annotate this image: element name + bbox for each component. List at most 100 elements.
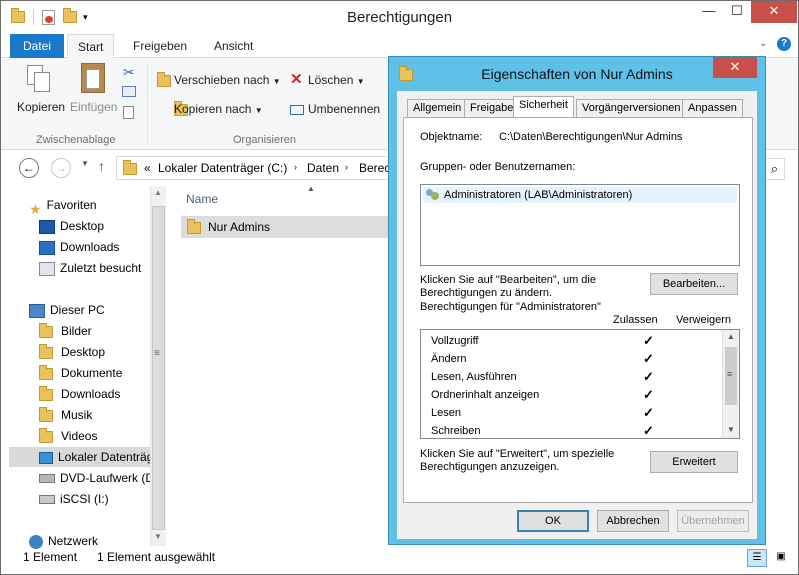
address-folder-icon	[123, 160, 137, 175]
group-name: Administratoren (LAB\Administratoren)	[444, 189, 633, 201]
perm-for-label: Berechtigungen für "Administratoren"	[420, 301, 601, 313]
nav-pc-dokumente[interactable]: Dokumente	[39, 363, 122, 383]
breadcrumb-chevron-icon[interactable]: ›	[294, 162, 297, 172]
groups-label: Gruppen- oder Benutzernamen:	[420, 161, 576, 173]
groups-list[interactable]: Administratoren (LAB\Administratoren)	[420, 184, 740, 266]
nav-this-pc[interactable]: Dieser PC	[29, 300, 105, 320]
breadcrumb-berechtigungen[interactable]: Berec	[359, 161, 390, 175]
nav-fav-downloads[interactable]: Downloads	[39, 237, 119, 257]
recent-dropdown-icon[interactable]: ▼	[81, 159, 89, 168]
nav-pc-local-disk[interactable]: Lokaler Datenträg	[9, 447, 153, 467]
scroll-up-icon[interactable]: ▲	[727, 332, 735, 341]
delete-button[interactable]: Löschen ▼	[308, 73, 365, 87]
paste-icon[interactable]	[81, 63, 105, 93]
advanced-hint-line1: Klicken Sie auf "Erweitert", um speziell…	[420, 448, 615, 460]
nav-label: Downloads	[60, 240, 120, 254]
breadcrumb-chevron-icon[interactable]: ›	[345, 162, 348, 172]
cut-icon[interactable]: ✂	[123, 64, 135, 81]
rename-button[interactable]: Umbenennen	[308, 102, 380, 116]
ok-button[interactable]: OK	[517, 510, 589, 532]
folder-icon	[39, 343, 53, 359]
organize-group-label: Organisieren	[233, 134, 296, 146]
ribbon-collapse-icon[interactable]: ⌄	[759, 38, 767, 49]
advanced-hint-line2: Berechtigungen anzuzeigen.	[420, 461, 560, 473]
nav-fav-recent[interactable]: Zuletzt besucht	[39, 258, 141, 278]
tab-freigeben[interactable]: Freigeben	[123, 34, 197, 58]
close-button[interactable]: ✕	[751, 1, 797, 23]
nav-label: Dokumente	[61, 366, 123, 380]
minimize-button[interactable]: —	[695, 1, 723, 23]
breadcrumb-daten[interactable]: Daten	[307, 161, 339, 175]
copy-button[interactable]: Kopieren	[17, 100, 65, 114]
nav-pc-downloads[interactable]: Downloads	[39, 384, 120, 404]
scroll-down-icon[interactable]: ▼	[154, 532, 162, 541]
nav-scrollbar[interactable]: ▲ ≡ ▼	[150, 186, 166, 546]
nav-fav-desktop[interactable]: Desktop	[39, 216, 104, 236]
tab-ansicht[interactable]: Ansicht	[204, 34, 263, 58]
back-icon[interactable]: ←	[19, 158, 39, 178]
star-icon: ★	[29, 200, 42, 217]
tab-allgemein[interactable]: Allgemein	[407, 99, 468, 118]
folder-icon	[187, 219, 201, 234]
delete-label: Löschen	[308, 73, 354, 87]
paste-shortcut-icon[interactable]	[123, 106, 134, 119]
forward-icon[interactable]: →	[51, 158, 71, 178]
nav-pc-dvd[interactable]: DVD-Laufwerk (D	[39, 468, 154, 488]
file-row[interactable]: Nur Admins	[181, 216, 391, 238]
advanced-button[interactable]: Erweitert	[650, 451, 738, 473]
tab-vorgaengerversionen[interactable]: Vorgängerversionen	[576, 99, 687, 118]
dialog-close-button[interactable]: ✕	[713, 57, 757, 78]
perm-scrollbar[interactable]: ▲ ≡ ▼	[722, 330, 739, 438]
recent-places-icon	[39, 261, 55, 276]
tab-start[interactable]: Start	[67, 34, 115, 58]
nav-pc-desktop[interactable]: Desktop	[39, 342, 105, 362]
nav-pc-musik[interactable]: Musik	[39, 405, 92, 425]
nav-favorites[interactable]: ★ Favoriten	[29, 195, 97, 217]
nav-pc-bilder[interactable]: Bilder	[39, 321, 92, 341]
search-icon[interactable]: ⌕	[765, 158, 785, 180]
address-bar[interactable]: « Lokaler Datenträger (C:) › Daten › Ber…	[116, 156, 406, 180]
scroll-down-icon[interactable]: ▼	[727, 425, 735, 434]
rename-icon	[290, 105, 304, 115]
drive-icon	[39, 451, 53, 464]
paste-button[interactable]: Einfügen	[70, 100, 117, 114]
nav-label: Desktop	[61, 345, 106, 359]
copy-path-icon[interactable]	[122, 86, 136, 97]
copy-icon[interactable]	[27, 65, 51, 93]
breadcrumb-drive[interactable]: Lokaler Datenträger (C:)	[158, 161, 287, 175]
tab-datei[interactable]: Datei	[10, 34, 64, 58]
maximize-button[interactable]: ☐	[723, 1, 751, 23]
details-view-icon[interactable]: ☰	[747, 549, 767, 567]
nav-label: Musik	[61, 408, 93, 422]
nav-this-pc-label: Dieser PC	[50, 303, 105, 317]
up-icon[interactable]: ↑	[98, 158, 105, 174]
cancel-button[interactable]: Abbrechen	[597, 510, 669, 532]
group-row[interactable]: Administratoren (LAB\Administratoren)	[423, 187, 737, 203]
tab-anpassen[interactable]: Anpassen	[682, 99, 743, 118]
allow-check-icon: ✓	[643, 351, 654, 366]
nav-pc-videos[interactable]: Videos	[39, 426, 97, 446]
move-to-icon	[157, 72, 171, 87]
move-to-dropdown-icon: ▼	[272, 77, 281, 86]
help-icon[interactable]: ?	[777, 37, 791, 51]
edit-button[interactable]: Bearbeiten...	[650, 273, 738, 295]
large-icons-view-icon[interactable]: ▣	[771, 549, 791, 567]
column-header-name[interactable]: Name	[186, 192, 218, 206]
delete-dropdown-icon: ▼	[356, 77, 365, 86]
scroll-up-icon[interactable]: ▲	[154, 188, 162, 197]
object-path: C:\Daten\Berechtigungen\Nur Admins	[499, 131, 683, 143]
nav-pc-iscsi[interactable]: iSCSI (I:)	[39, 489, 109, 509]
copy-to-button[interactable]: Kopieren nach ▼	[174, 102, 263, 116]
delete-icon: ✕	[290, 71, 303, 88]
permissions-list[interactable]: Vollzugriff ✓ Ändern ✓ Lesen, Ausführen ✓ O…	[420, 329, 740, 439]
address-overflow[interactable]: «	[144, 161, 151, 175]
copy-to-label: Kopieren nach	[174, 102, 252, 116]
tab-freigabe[interactable]: Freigabe	[464, 99, 520, 118]
file-list: ▲ Name Nur Admins	[166, 184, 391, 546]
perm-row-schreiben: Schreiben ✓	[431, 422, 721, 440]
tab-sicherheit[interactable]: Sicherheit	[513, 96, 574, 118]
apply-button[interactable]: Übernehmen	[677, 510, 749, 532]
move-to-button[interactable]: Verschieben nach ▼	[174, 73, 281, 87]
nav-scroll-thumb[interactable]	[152, 206, 165, 530]
dialog-title: Eigenschaften von Nur Admins	[481, 66, 673, 82]
